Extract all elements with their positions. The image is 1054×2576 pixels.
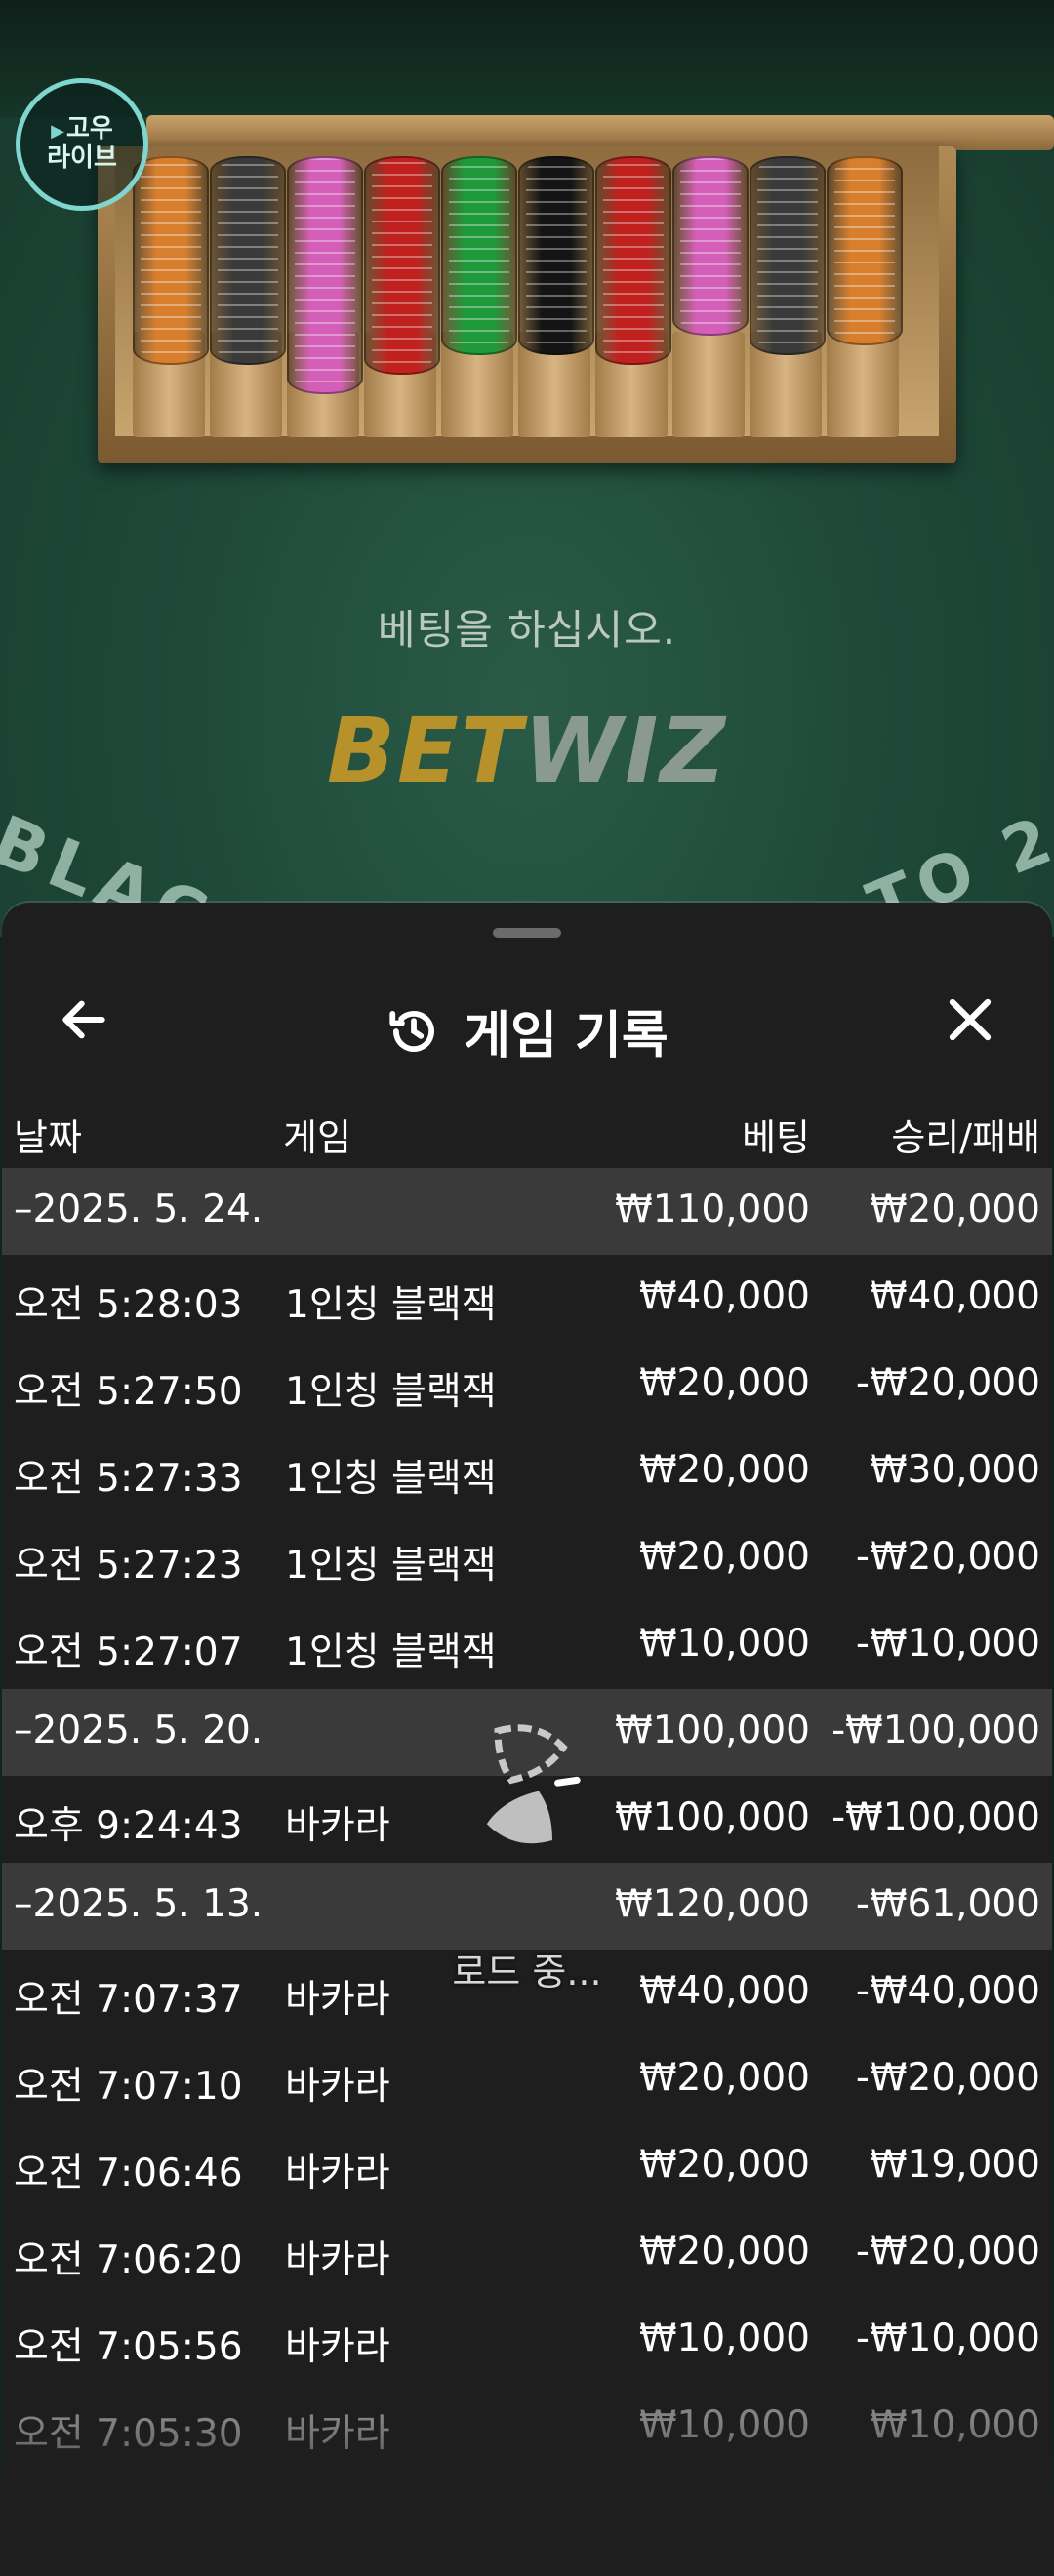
history-row[interactable]: 오전 7:05:56 바카라 ₩10,000 -₩10,000	[2, 2297, 1052, 2384]
history-row[interactable]: 오전 5:27:23 1인칭 블랙잭 ₩20,000 -₩20,000	[2, 1515, 1052, 1602]
row-result: -₩20,000	[855, 2056, 1040, 2100]
row-result: -₩20,000	[855, 1535, 1040, 1579]
sheet-title: 게임 기록	[464, 1007, 669, 1066]
sheet-grabber[interactable]	[493, 928, 561, 938]
row-date: 오전 7:06:20	[14, 2238, 243, 2282]
row-result: -₩100,000	[831, 1795, 1040, 1839]
top-dark-band	[0, 0, 1054, 117]
history-row[interactable]: 오전 5:28:03 1인칭 블랙잭 ₩40,000 ₩40,000	[2, 1255, 1052, 1342]
row-bet: ₩100,000	[615, 1709, 810, 1752]
close-icon	[949, 998, 992, 1041]
history-icon	[389, 1010, 435, 1052]
row-bet: ₩20,000	[638, 2056, 810, 2100]
row-result: ₩30,000	[869, 1448, 1040, 1492]
row-bet: ₩110,000	[615, 1187, 810, 1231]
row-result: ₩40,000	[869, 1274, 1040, 1318]
row-date: –2025. 5. 24.	[14, 1187, 264, 1231]
loading-spinner-icon	[486, 1724, 581, 1844]
logo-part-wiz: WIZ	[523, 699, 728, 803]
chip-slot	[672, 332, 745, 437]
row-bet: ₩100,000	[615, 1795, 810, 1839]
row-date: 오전 7:05:56	[14, 2325, 243, 2369]
row-date: 오전 5:27:07	[14, 1630, 243, 1674]
row-bet: ₩20,000	[638, 1535, 810, 1579]
column-game: 게임	[283, 1116, 351, 1159]
row-result: -₩61,000	[855, 1882, 1040, 1926]
history-row[interactable]: 오전 5:27:33 1인칭 블랙잭 ₩20,000 ₩30,000	[2, 1429, 1052, 1515]
row-result: -₩100,000	[831, 1709, 1040, 1752]
row-bet: ₩120,000	[615, 1882, 810, 1926]
row-date: 오후 9:24:43	[14, 1804, 243, 1848]
sheet-header: 게임 기록	[2, 961, 1052, 1078]
row-result: -₩10,000	[855, 1622, 1040, 1666]
row-date: 오전 7:07:10	[14, 2065, 243, 2109]
table-rail	[146, 115, 1054, 150]
chip-stack	[518, 156, 594, 355]
table-header: 날짜 게임 베팅 승리/패배	[2, 1098, 1052, 1166]
brand-badge: ▶고우 라이브	[16, 78, 148, 211]
row-bet: ₩40,000	[638, 1274, 810, 1318]
history-row[interactable]: 오전 7:06:46 바카라 ₩20,000 ₩19,000	[2, 2123, 1052, 2210]
row-date: 오전 5:28:03	[14, 1283, 243, 1327]
chip-stack	[827, 156, 903, 345]
sheet-title-group: 게임 기록	[2, 994, 1052, 1067]
chip-stack	[750, 156, 826, 355]
column-date: 날짜	[14, 1116, 82, 1159]
row-date: –2025. 5. 20.	[14, 1709, 264, 1752]
brand-line2: 라이브	[47, 143, 117, 173]
row-game: 1인칭 블랙잭	[285, 1370, 497, 1414]
row-bet: ₩20,000	[638, 1448, 810, 1492]
history-row[interactable]: 오전 7:07:10 바카라 ₩20,000 -₩20,000	[2, 2036, 1052, 2123]
row-game: 바카라	[285, 2325, 390, 2369]
row-date: 오전 7:06:46	[14, 2152, 243, 2195]
brand-line1: 고우	[66, 114, 113, 144]
row-bet: ₩10,000	[638, 2316, 810, 2360]
chip-stack	[210, 156, 286, 365]
chip-stack	[595, 156, 671, 365]
row-game: 바카라	[285, 2238, 390, 2282]
row-date: 오전 5:27:23	[14, 1544, 243, 1588]
row-game: 1인칭 블랙잭	[285, 1544, 497, 1588]
row-result: ₩19,000	[869, 2143, 1040, 2187]
column-bet: 베팅	[742, 1116, 810, 1159]
row-result: -₩10,000	[855, 2316, 1040, 2360]
chip-stack	[287, 156, 363, 394]
row-date: –2025. 5. 13.	[14, 1882, 264, 1926]
bottom-fade-overlay	[0, 2420, 1054, 2576]
row-bet: ₩20,000	[638, 2143, 810, 2187]
row-game: 1인칭 블랙잭	[285, 1630, 497, 1674]
brand-arrow-icon: ▶	[51, 121, 64, 142]
row-bet: ₩20,000	[638, 2230, 810, 2274]
row-bet: ₩10,000	[638, 1622, 810, 1666]
row-result: -₩20,000	[855, 1361, 1040, 1405]
row-game: 1인칭 블랙잭	[285, 1283, 497, 1327]
betwiz-logo: BETWIZ	[0, 699, 1054, 803]
logo-part-bet: BET	[326, 699, 524, 803]
row-game: 바카라	[285, 1804, 390, 1848]
chip-stack	[133, 156, 209, 365]
row-game: 바카라	[285, 2152, 390, 2195]
close-button[interactable]	[935, 985, 1005, 1055]
history-row[interactable]: 오전 5:27:07 1인칭 블랙잭 ₩10,000 -₩10,000	[2, 1602, 1052, 1689]
place-bets-prompt: 베팅을 하십시오.	[377, 606, 677, 654]
chip-stack	[364, 156, 440, 375]
chip-slot	[827, 332, 899, 437]
row-game: 1인칭 블랙잭	[285, 1457, 497, 1501]
row-game: 바카라	[285, 2065, 390, 2109]
date-group-row[interactable]: –2025. 5. 24. ₩110,000 ₩20,000	[2, 1168, 1052, 1255]
row-result: -₩20,000	[855, 2230, 1040, 2274]
row-result: ₩20,000	[869, 1187, 1040, 1231]
row-date: 오전 5:27:33	[14, 1457, 243, 1501]
chip-stack	[672, 156, 749, 336]
history-row[interactable]: 오전 7:06:20 바카라 ₩20,000 -₩20,000	[2, 2210, 1052, 2297]
loading-label: 로드 중...	[452, 1951, 602, 1993]
row-bet: ₩20,000	[638, 1361, 810, 1405]
row-date: 오전 5:27:50	[14, 1370, 243, 1414]
chip-stack	[441, 156, 517, 355]
date-group-row[interactable]: –2025. 5. 13. ₩120,000 -₩61,000	[2, 1863, 1052, 1950]
history-row[interactable]: 오전 5:27:50 1인칭 블랙잭 ₩20,000 -₩20,000	[2, 1342, 1052, 1429]
column-result: 승리/패배	[891, 1116, 1040, 1159]
